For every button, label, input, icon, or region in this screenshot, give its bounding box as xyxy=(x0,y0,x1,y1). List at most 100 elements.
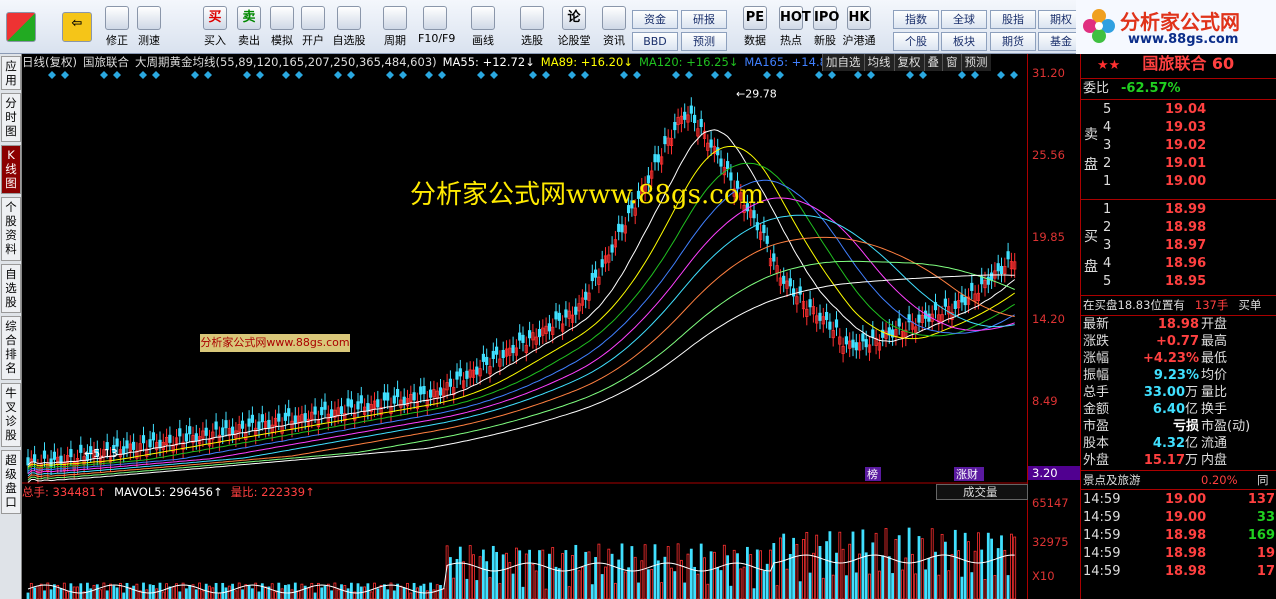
volume-bar xyxy=(1013,536,1017,599)
new-button[interactable]: IPO 新股 xyxy=(808,4,842,52)
volume-bar xyxy=(452,577,456,599)
hot-button[interactable]: HOT 热点 xyxy=(774,4,811,52)
volume-bar xyxy=(812,552,815,599)
volume-bar xyxy=(788,554,792,599)
quick-button-4[interactable]: 指数 xyxy=(893,10,939,29)
vtab-3[interactable]: 个股资料 xyxy=(1,197,21,261)
quick-button-9[interactable]: 期货 xyxy=(990,32,1036,51)
chart-tab-1[interactable]: 均线 xyxy=(863,54,894,71)
candle-body xyxy=(818,312,822,321)
select-button[interactable]: 选股 xyxy=(515,4,549,52)
event-tag-label: 涨财 xyxy=(956,467,978,481)
candle-body xyxy=(693,114,697,123)
volume-bar xyxy=(699,543,703,599)
candle-body xyxy=(329,409,334,418)
volume-indicator-select[interactable]: 成交量 xyxy=(936,484,1028,500)
volume-bar xyxy=(716,567,720,599)
fix-button[interactable]: 修正 xyxy=(100,4,134,52)
info-button[interactable]: 资讯 xyxy=(597,4,631,52)
volume-bar xyxy=(554,566,558,599)
data-button[interactable]: PE 数据 xyxy=(738,4,772,52)
quick-button-8[interactable]: 股指 xyxy=(990,10,1036,29)
volume-bar xyxy=(165,583,169,599)
quick-button-0[interactable]: 资金 xyxy=(632,10,678,29)
quick-button-5[interactable]: 个股 xyxy=(893,32,939,51)
draw-button[interactable]: 画线 xyxy=(466,4,500,52)
quick-button-6[interactable]: 全球 xyxy=(941,10,987,29)
vtab-2[interactable]: K线图 xyxy=(1,145,21,194)
chart-tab-5[interactable]: 预测 xyxy=(960,54,991,71)
info-item: MA120: +16.25↓ xyxy=(638,55,739,69)
signal-diamond xyxy=(711,71,719,79)
chart-tab-2[interactable]: 复权 xyxy=(893,54,924,71)
vtab-5[interactable]: 综合排名 xyxy=(1,316,21,380)
logo-url: www.88gs.com xyxy=(1128,32,1239,47)
vtab-0[interactable]: 应用 xyxy=(1,56,21,90)
candle-body xyxy=(69,449,73,458)
volume-bar xyxy=(904,557,908,599)
volume-bar xyxy=(683,582,687,599)
candle-body xyxy=(204,427,208,436)
buy-button[interactable]: 买买入 xyxy=(198,4,232,52)
quick-button-7[interactable]: 板块 xyxy=(941,32,987,51)
home-button[interactable] xyxy=(4,4,38,52)
f10-button[interactable]: F10/F9 xyxy=(418,4,455,52)
volume-bar xyxy=(422,583,426,599)
open-account-button[interactable]: 开户 xyxy=(296,4,330,52)
volume-bar xyxy=(604,566,607,599)
hk-label: 沪港通 xyxy=(842,34,876,47)
forum-button[interactable]: 论论股堂 xyxy=(557,4,591,52)
chart-tab-0[interactable]: 加自选 xyxy=(822,54,864,71)
stat-label: 总手 xyxy=(1083,385,1110,400)
sell-button[interactable]: 卖卖出 xyxy=(232,4,266,52)
simulate-button[interactable]: 模拟 xyxy=(265,4,299,52)
volume-bar xyxy=(112,585,116,599)
info-item: MA55: +12.72↓ xyxy=(442,55,535,69)
volume-bar xyxy=(524,553,528,599)
tick-time: 14:59 xyxy=(1083,564,1121,579)
chart-tab-3[interactable]: 叠 xyxy=(923,54,942,71)
volume-bar xyxy=(171,586,175,599)
kline-chart[interactable]: 日线(复权) 国旅联合 大周期黄金均线(55,89,120,165,207,250,… xyxy=(22,54,1080,599)
vtab-1[interactable]: 分时图 xyxy=(1,93,21,142)
hk-button[interactable]: HK 沪港通 xyxy=(842,4,876,52)
quick-button-3[interactable]: 预测 xyxy=(681,32,727,51)
back-button[interactable]: ⇦ xyxy=(60,4,94,52)
volume-bar xyxy=(270,583,274,599)
quick-button-2[interactable]: 研报 xyxy=(681,10,727,29)
vtab-6[interactable]: 牛叉诊股 xyxy=(1,383,21,447)
vtab-4[interactable]: 自选股 xyxy=(1,264,21,313)
vtab-7[interactable]: 超级盘口 xyxy=(1,450,21,514)
volume-bar xyxy=(102,582,106,599)
watchlist-button[interactable]: 自选股 xyxy=(332,4,366,52)
price-canvas[interactable]: ←29.78 ←5.13 榜 涨财 xyxy=(22,71,1027,599)
volume-bar xyxy=(241,589,244,599)
stat-row: 涨跌 +0.77 最高 xyxy=(1081,333,1276,351)
sector-name[interactable]: 景点及旅游 xyxy=(1083,473,1141,487)
candle-body xyxy=(52,451,57,460)
volume-bar xyxy=(561,553,564,599)
volume-bar xyxy=(759,550,762,599)
volume-bar xyxy=(343,584,347,599)
volume-bar xyxy=(425,590,429,599)
volume-bar xyxy=(864,552,868,599)
signal-diamond xyxy=(425,71,433,79)
volume-bar xyxy=(610,553,614,599)
volume-bar xyxy=(33,587,37,599)
chart-tab-4[interactable]: 窗 xyxy=(942,54,961,71)
volume-bar xyxy=(458,546,462,599)
candle-body xyxy=(521,334,525,343)
candle-body xyxy=(422,385,426,395)
volume-bar xyxy=(581,566,584,599)
tick-price: 19.00 xyxy=(1165,510,1207,525)
signal-diamond xyxy=(152,71,160,79)
hot-label: 热点 xyxy=(780,34,802,47)
volume-bar xyxy=(99,589,102,599)
volume-bar xyxy=(534,570,538,599)
quick-button-1[interactable]: BBD xyxy=(632,32,678,51)
volume-bar xyxy=(841,548,845,599)
candle-body xyxy=(788,278,792,287)
speed-button[interactable]: 测速 xyxy=(132,4,166,52)
period-button[interactable]: 周期 xyxy=(378,4,412,52)
draw-label: 画线 xyxy=(472,34,494,47)
